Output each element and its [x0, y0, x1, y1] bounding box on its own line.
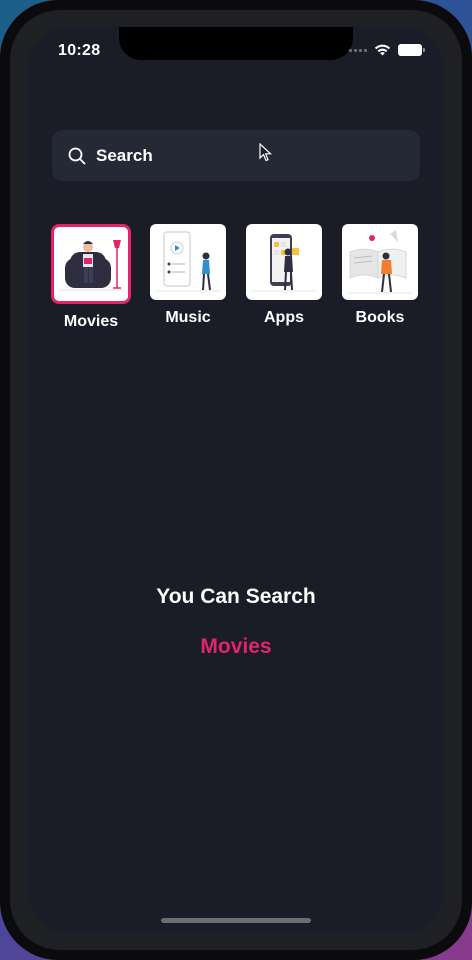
- apps-illustration-icon: [250, 228, 318, 296]
- cellular-signal-icon: [349, 48, 367, 52]
- books-thumbnail[interactable]: [342, 224, 418, 300]
- category-movies[interactable]: Movies: [51, 224, 131, 331]
- wifi-icon: [374, 44, 391, 56]
- search-icon: [68, 147, 86, 165]
- category-label-movies: Movies: [63, 313, 119, 330]
- status-time: 10:28: [58, 42, 101, 59]
- music-thumbnail[interactable]: [150, 224, 226, 300]
- category-list: Movies Music Apps Books: [51, 224, 420, 334]
- home-indicator[interactable]: [161, 918, 311, 923]
- app-screen: 10:28 Search Movies Music Apps Books You…: [28, 27, 444, 933]
- category-apps[interactable]: Apps: [245, 224, 323, 327]
- category-label-music: Music: [165, 309, 211, 326]
- category-label-books: Books: [355, 309, 405, 326]
- movies-thumbnail[interactable]: [51, 224, 131, 304]
- category-books[interactable]: Books: [341, 224, 419, 327]
- books-illustration-icon: [346, 228, 414, 296]
- category-label-apps: Apps: [264, 309, 304, 326]
- apps-thumbnail[interactable]: [246, 224, 322, 300]
- status-icons: [349, 44, 425, 56]
- notch: [119, 27, 353, 60]
- battery-icon: [398, 44, 425, 56]
- search-placeholder: Search: [96, 145, 153, 165]
- search-input[interactable]: Search: [52, 130, 420, 181]
- category-music[interactable]: Music: [149, 224, 227, 327]
- music-illustration-icon: [154, 228, 222, 296]
- mouse-pointer-icon: [259, 143, 273, 162]
- search-prompt-title: You Can Search: [156, 585, 316, 608]
- movie-illustration-icon: [57, 230, 125, 298]
- search-prompt-category: Movies: [200, 635, 272, 658]
